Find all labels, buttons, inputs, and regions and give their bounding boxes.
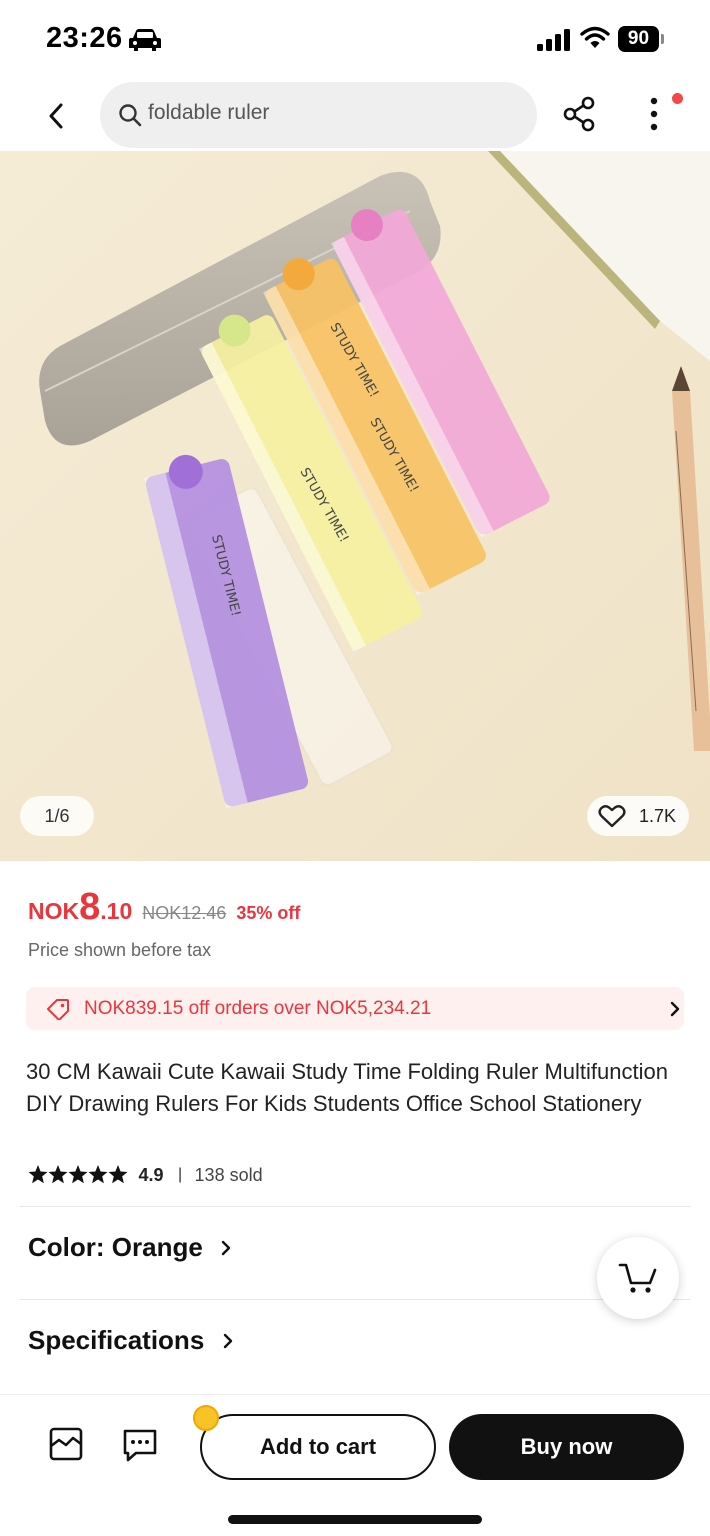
product-photo: STUDY TIME! STUDY TIME! STUDY TIME! STUD… bbox=[0, 151, 710, 861]
add-to-cart-button[interactable]: Add to cart bbox=[200, 1414, 436, 1480]
coupon-banner[interactable]: NOK839.15 off orders over NOK5,234.21 bbox=[26, 987, 684, 1030]
specifications-row[interactable]: Specifications bbox=[28, 1325, 235, 1365]
divider bbox=[20, 1206, 690, 1207]
star-rating-icon bbox=[28, 1165, 128, 1184]
back-button[interactable] bbox=[36, 96, 76, 136]
coin-badge-icon bbox=[193, 1405, 219, 1431]
notification-dot bbox=[672, 93, 683, 104]
wifi-icon bbox=[580, 26, 610, 48]
search-input[interactable]: foldable ruler bbox=[148, 101, 269, 125]
color-selector[interactable]: Color: Orange bbox=[28, 1232, 233, 1272]
tag-icon bbox=[47, 999, 69, 1020]
rating-value: 4.9 bbox=[138, 1164, 164, 1185]
more-vertical-icon bbox=[650, 97, 658, 131]
divider bbox=[20, 1299, 690, 1300]
favorite-button[interactable]: 1.7K bbox=[587, 796, 689, 836]
signal-icon bbox=[537, 29, 570, 51]
rating-separator: | bbox=[177, 1166, 183, 1183]
status-time: 23:26 bbox=[46, 22, 123, 54]
home-indicator bbox=[228, 1515, 482, 1524]
chevron-left-icon bbox=[49, 103, 63, 129]
color-label: Color: Orange bbox=[28, 1232, 203, 1262]
share-button[interactable] bbox=[560, 94, 600, 134]
battery-level: 90 bbox=[618, 26, 659, 52]
battery-tip bbox=[661, 34, 664, 44]
coupon-text: NOK839.15 off orders over NOK5,234.21 bbox=[84, 998, 432, 1019]
cart-icon bbox=[618, 1263, 657, 1293]
bottom-action-bar: Add to cart Buy now bbox=[0, 1394, 710, 1536]
price-currency: NOK bbox=[28, 898, 80, 924]
product-image[interactable]: STUDY TIME! STUDY TIME! STUDY TIME! STUD… bbox=[0, 151, 710, 861]
rating-row[interactable]: 4.9 | 138 sold bbox=[28, 1164, 263, 1190]
buy-now-button[interactable]: Buy now bbox=[449, 1414, 684, 1480]
share-icon bbox=[563, 96, 595, 132]
favorite-count: 1.7K bbox=[639, 806, 677, 826]
product-title: 30 CM Kawaii Cute Kawaii Study Time Fold… bbox=[26, 1059, 668, 1116]
specifications-label: Specifications bbox=[28, 1325, 205, 1355]
car-icon bbox=[129, 29, 161, 51]
original-price: NOK12.46 bbox=[142, 903, 227, 923]
discount-badge: 35% off bbox=[236, 903, 301, 923]
image-counter: 1/6 bbox=[20, 796, 94, 836]
price-row: NOK8.10 NOK12.46 35% off bbox=[28, 886, 300, 930]
chevron-right-icon bbox=[670, 1001, 680, 1017]
sold-count: 138 sold bbox=[194, 1164, 263, 1185]
heart-icon bbox=[598, 805, 626, 828]
chevron-right-icon bbox=[222, 1240, 231, 1255]
more-options-button[interactable] bbox=[634, 92, 674, 136]
search-bar[interactable]: foldable ruler bbox=[100, 82, 537, 148]
tax-note: Price shown before tax bbox=[28, 940, 212, 960]
chevron-right-icon bbox=[223, 1333, 232, 1348]
search-icon bbox=[119, 104, 142, 127]
battery-indicator: 90 bbox=[618, 26, 664, 52]
price-major: 8 bbox=[79, 886, 101, 928]
cart-fab-button[interactable] bbox=[597, 1237, 679, 1319]
chat-icon[interactable] bbox=[122, 1428, 158, 1462]
status-bar: 23:26 90 bbox=[0, 0, 710, 78]
price-minor: .10 bbox=[100, 898, 133, 924]
store-icon[interactable] bbox=[48, 1426, 84, 1462]
